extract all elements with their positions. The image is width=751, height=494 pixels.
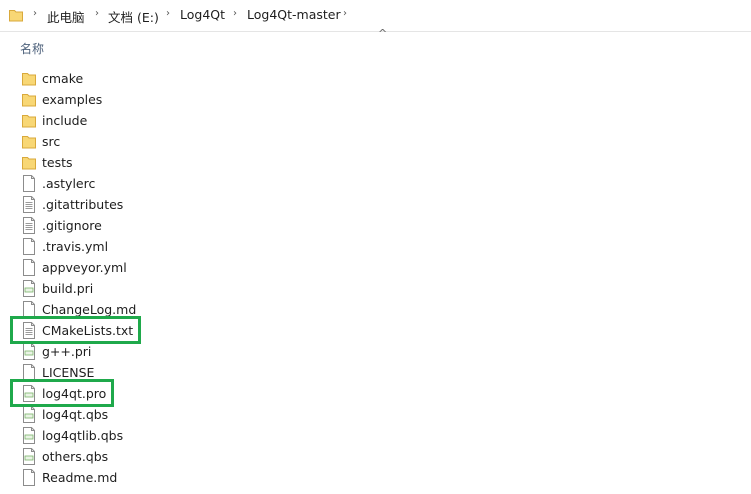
text-file-icon — [22, 196, 36, 213]
file-name-label: LICENSE — [42, 365, 95, 380]
file-name-label: .astylerc — [42, 176, 96, 191]
chevron-right-icon[interactable]: › — [95, 8, 99, 19]
folder-item[interactable]: cmake — [22, 68, 322, 89]
file-item[interactable]: .travis.yml — [22, 236, 322, 257]
highlight-annotation-box — [10, 316, 142, 344]
pri-file-icon — [22, 343, 36, 360]
folder-item[interactable]: tests — [22, 152, 322, 173]
file-name-label: examples — [42, 92, 103, 107]
file-item[interactable]: appveyor.yml — [22, 257, 322, 278]
chevron-right-icon[interactable]: › — [166, 8, 170, 19]
file-item[interactable]: log4qtlib.qbs — [22, 425, 322, 446]
breadcrumb-this-pc[interactable]: 此电脑 — [47, 7, 85, 26]
file-name-label: ChangeLog.md — [42, 302, 137, 317]
file-item[interactable]: build.pri — [22, 278, 322, 299]
folder-icon — [22, 91, 36, 108]
file-item[interactable]: .gitattributes — [22, 194, 322, 215]
text-file-icon — [22, 217, 36, 234]
folder-icon — [22, 154, 36, 171]
file-name-label: .travis.yml — [42, 239, 109, 254]
file-item[interactable]: log4qt.qbs — [22, 404, 322, 425]
file-name-label: include — [42, 113, 88, 128]
folder-item[interactable]: src — [22, 131, 322, 152]
pro-file-icon — [22, 406, 36, 423]
folder-icon — [9, 7, 23, 22]
folder-icon — [22, 70, 36, 87]
file-name-label: .gitattributes — [42, 197, 124, 212]
column-header-name[interactable]: 名称 — [20, 40, 44, 57]
file-name-label: build.pri — [42, 281, 94, 296]
file-item[interactable]: g++.pri — [22, 341, 322, 362]
breadcrumb-log4qt-master[interactable]: Log4Qt-master — [247, 7, 341, 22]
pro-file-icon — [22, 448, 36, 465]
file-item[interactable]: .gitignore — [22, 215, 322, 236]
file-name-label: log4qt.qbs — [42, 407, 109, 422]
file-name-label: cmake — [42, 71, 84, 86]
folder-item[interactable]: examples — [22, 89, 322, 110]
file-name-label: Readme.md — [42, 470, 118, 485]
chevron-right-icon[interactable]: › — [33, 8, 37, 19]
pro-file-icon — [22, 427, 36, 444]
file-name-label: g++.pri — [42, 344, 92, 359]
pri-file-icon — [22, 280, 36, 297]
file-icon — [22, 238, 36, 255]
file-name-label: tests — [42, 155, 73, 170]
chevron-right-icon[interactable]: › — [233, 8, 237, 19]
file-name-label: appveyor.yml — [42, 260, 127, 275]
folder-item[interactable]: include — [22, 110, 322, 131]
file-name-label: src — [42, 134, 61, 149]
file-icon — [22, 175, 36, 192]
breadcrumb-documents-drive[interactable]: 文档 (E:) — [108, 7, 159, 26]
file-name-label: others.qbs — [42, 449, 109, 464]
folder-icon — [22, 112, 36, 129]
address-bar[interactable]: › 此电脑 › 文档 (E:) › Log4Qt › Log4Qt-master… — [0, 0, 751, 32]
file-item[interactable]: Readme.md — [22, 467, 322, 488]
highlight-annotation-box — [10, 379, 115, 407]
folder-icon — [22, 133, 36, 150]
file-name-label: log4qtlib.qbs — [42, 428, 124, 443]
file-item[interactable]: .astylerc — [22, 173, 322, 194]
sort-ascending-icon[interactable]: ^ — [378, 27, 387, 40]
file-name-label: .gitignore — [42, 218, 102, 233]
file-icon — [22, 259, 36, 276]
file-item[interactable]: others.qbs — [22, 446, 322, 467]
breadcrumb-log4qt[interactable]: Log4Qt — [180, 7, 225, 22]
file-icon — [22, 469, 36, 486]
chevron-right-icon[interactable]: › — [343, 8, 347, 19]
